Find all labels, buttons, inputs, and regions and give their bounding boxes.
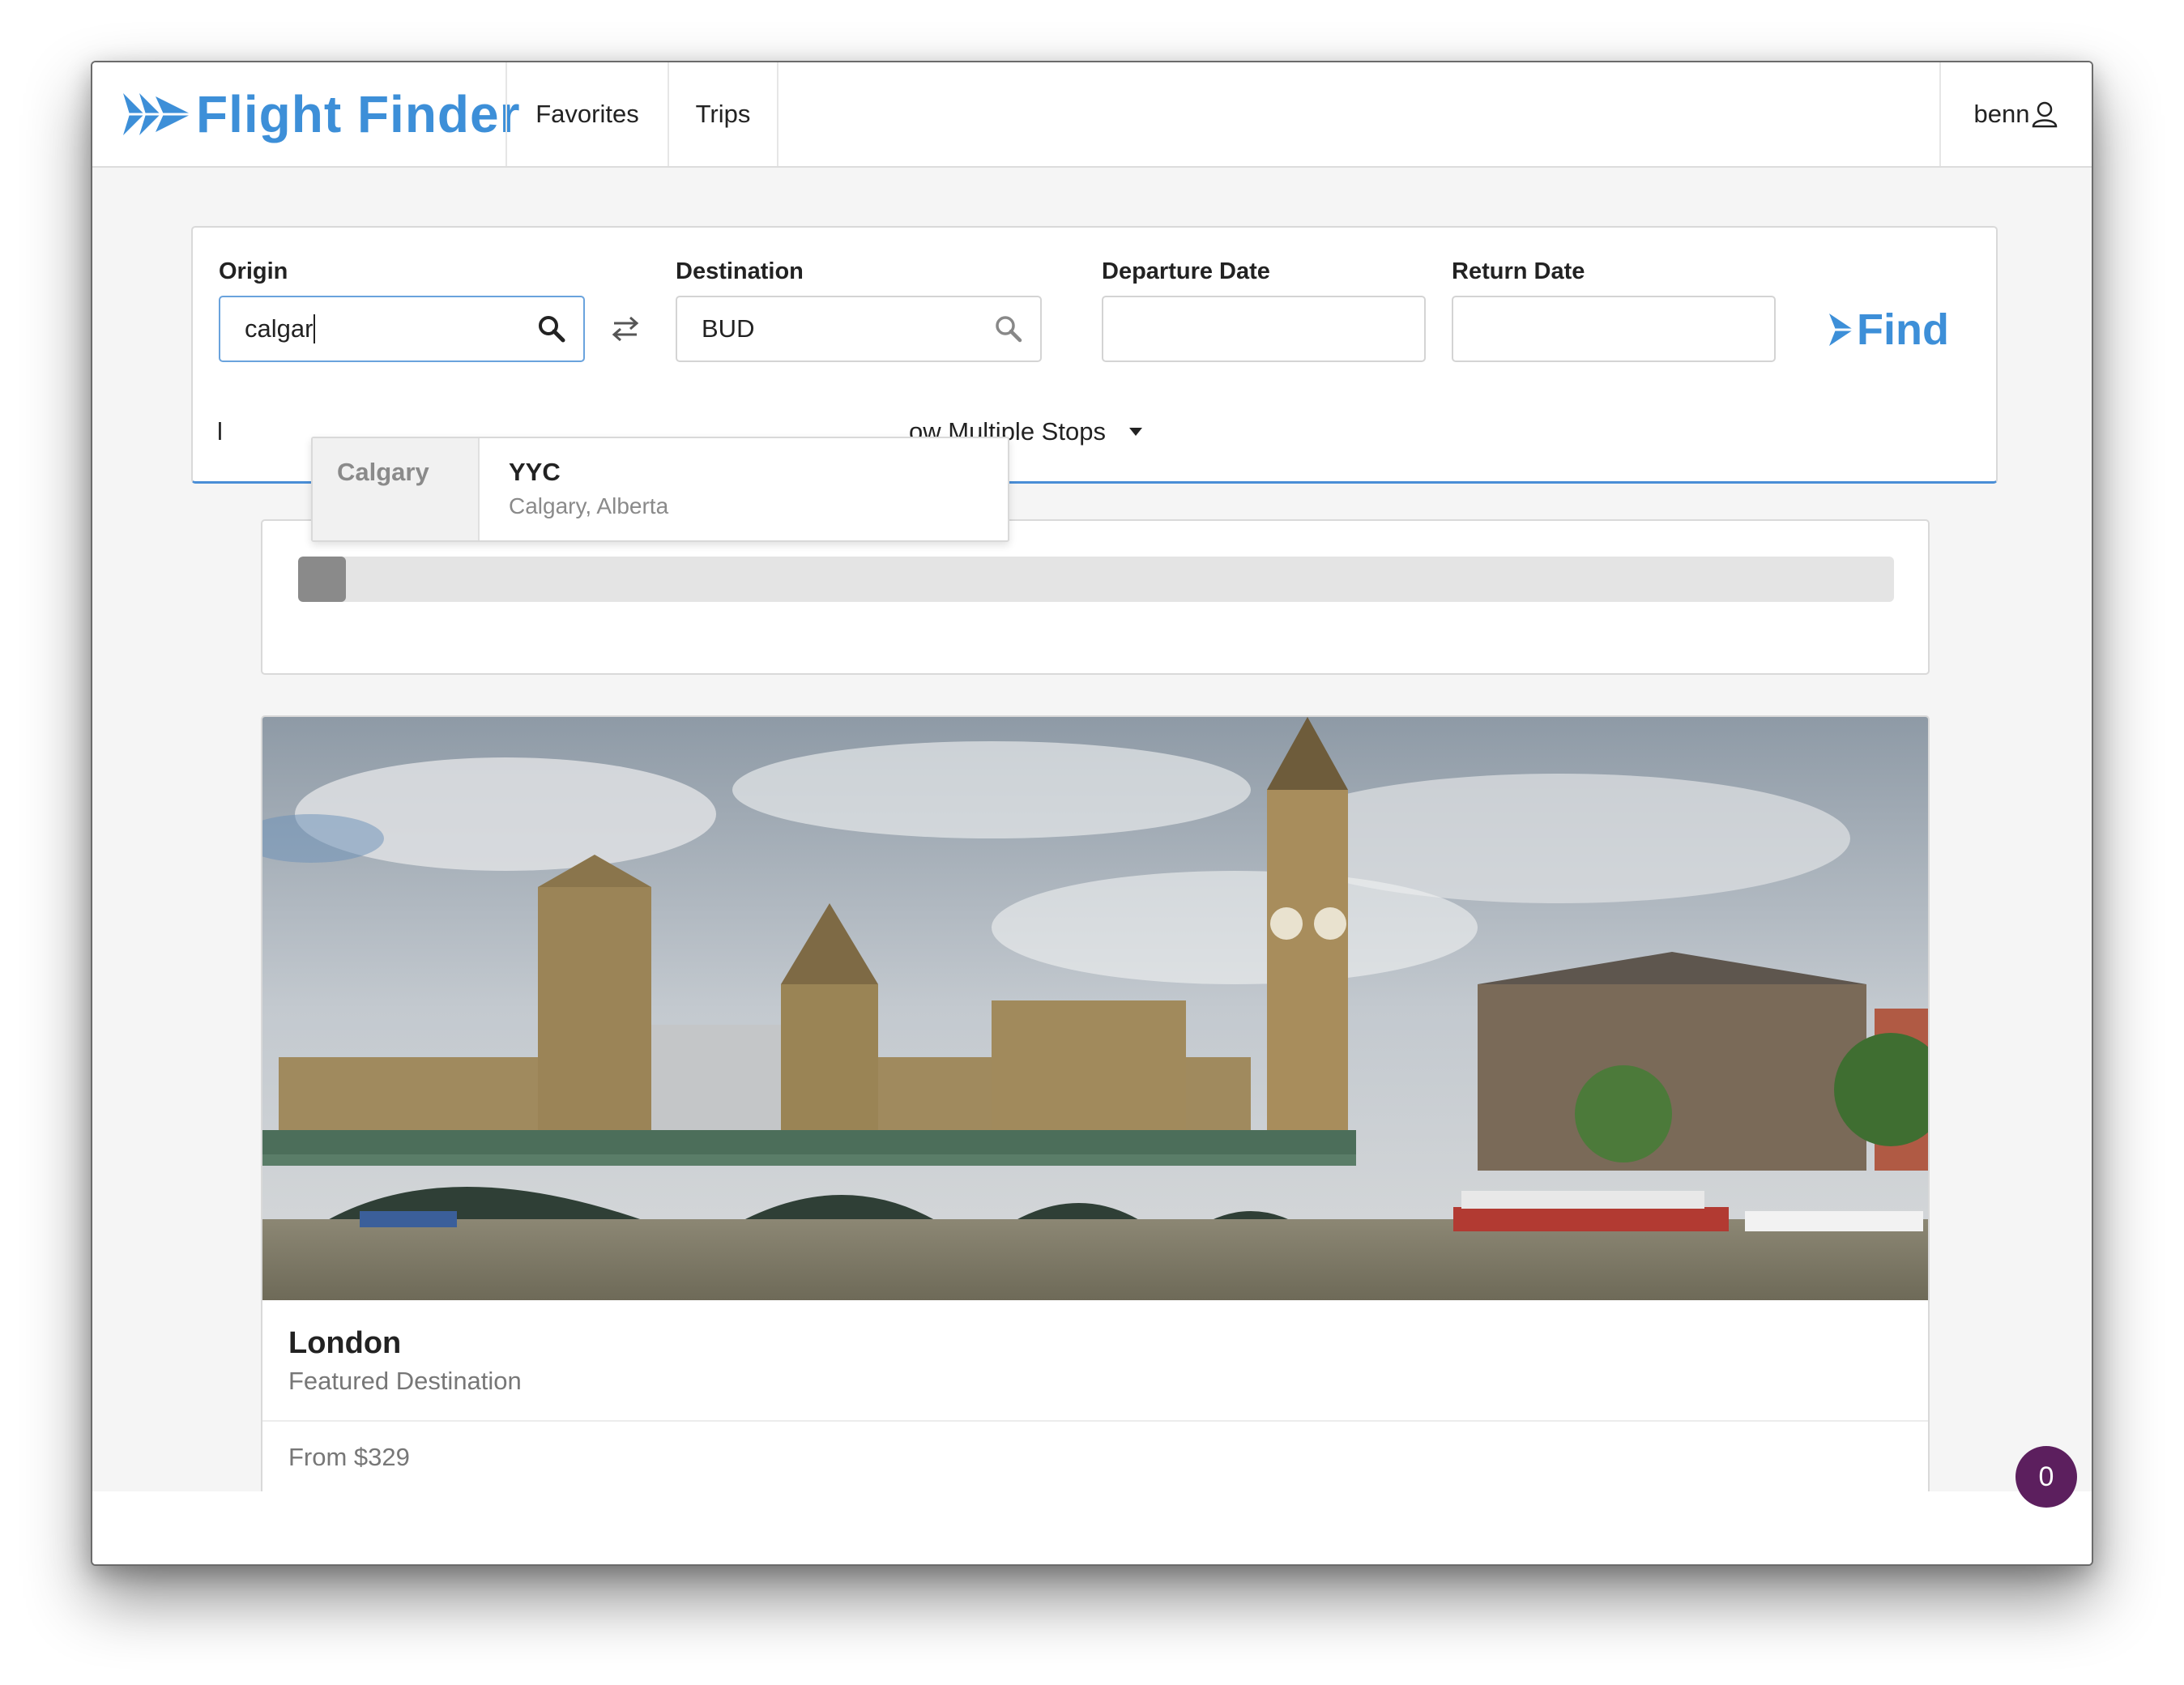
page-footer-area	[92, 1491, 2092, 1564]
destination-subtitle: Featured Destination	[288, 1367, 522, 1395]
origin-value: calgar	[245, 314, 314, 343]
airport-city: Calgary, Alberta	[509, 493, 669, 518]
search-icon[interactable]	[993, 314, 1024, 344]
card-divider	[262, 1420, 1928, 1422]
destination-input[interactable]: BUD	[676, 296, 1042, 362]
progress-card	[261, 519, 1930, 675]
user-menu[interactable]: benn	[1939, 62, 2092, 166]
search-icon[interactable]	[536, 314, 567, 344]
username: benn	[1973, 100, 2030, 128]
origin-autocomplete: Calgary YYC Calgary, Alberta	[311, 437, 1009, 542]
user-icon	[2033, 101, 2058, 128]
airport-code: YYC	[509, 458, 561, 486]
progress-fill	[298, 557, 347, 602]
departure-date-input[interactable]	[1102, 296, 1426, 362]
destination-label: Destination	[676, 258, 804, 284]
autocomplete-option[interactable]: YYC Calgary, Alberta	[509, 458, 668, 519]
brand-logo[interactable]: Flight Finder	[122, 82, 521, 147]
find-button[interactable]: Find	[1828, 301, 1949, 359]
plane-logo-icon	[122, 93, 191, 135]
brand-name: Flight Finder	[196, 85, 521, 143]
browser-window: Flight Finder Favorites Trips benn Origi…	[91, 61, 2093, 1566]
return-date-input[interactable]	[1452, 296, 1776, 362]
plane-logo-icon	[1828, 314, 1853, 346]
origin-label: Origin	[219, 258, 288, 284]
nav-trips[interactable]: Trips	[668, 62, 778, 166]
text-caret	[314, 314, 316, 343]
autocomplete-group: Calgary	[313, 438, 480, 540]
destination-title: London	[288, 1326, 402, 1360]
nav-favorites[interactable]: Favorites	[505, 62, 668, 166]
return-label: Return Date	[1452, 258, 1585, 284]
swap-icon[interactable]	[611, 314, 640, 343]
progress-bar	[298, 557, 1894, 602]
caret-down-icon	[1128, 428, 1142, 436]
notification-badge[interactable]: 0	[2016, 1446, 2077, 1508]
destination-photo	[262, 717, 1928, 1300]
origin-input[interactable]: calgar	[219, 296, 585, 362]
partial-option-label: l	[217, 417, 223, 446]
featured-destination-card[interactable]: London Featured Destination From $329	[261, 715, 1930, 1495]
navbar: Flight Finder Favorites Trips benn	[92, 62, 2092, 168]
destination-value: BUD	[702, 314, 755, 343]
destination-price: From $329	[288, 1443, 410, 1471]
find-label: Find	[1857, 305, 1949, 354]
departure-label: Departure Date	[1102, 258, 1270, 284]
